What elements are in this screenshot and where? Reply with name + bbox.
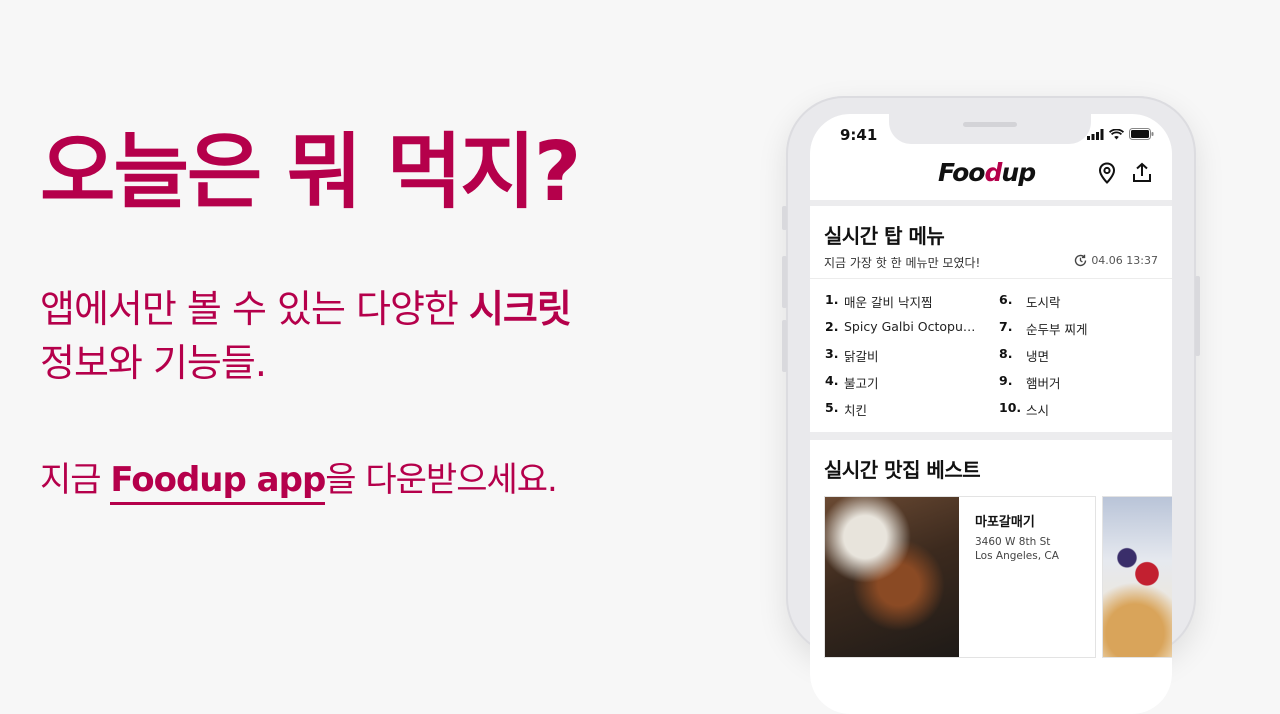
top-menu-title: 실시간 탑 메뉴 <box>824 224 945 248</box>
menu-name: 치킨 <box>844 403 868 418</box>
ranking-list-right: 6. 도시락 7. 순두부 찌게 8. 냉면 9. 햄버거 10. 스시 <box>999 292 1087 427</box>
rank-number: 6. <box>999 292 1013 307</box>
logo-text-end: up <box>1001 158 1036 187</box>
rank-number: 10. <box>999 400 1022 415</box>
rank-number: 4. <box>825 373 839 388</box>
menu-name: 냉면 <box>1026 349 1050 364</box>
phone-mockup: Foodup 9:41 실시간 탑 메뉴 지금 가장 핫 한 메뉴만 모였다! … <box>782 96 1200 714</box>
restaurant-card-next[interactable] <box>1102 496 1172 658</box>
restaurant-address: 3460 W 8th St Los Angeles, CA <box>975 535 1059 563</box>
menu-name: 닭갈비 <box>844 349 879 364</box>
rank-number: 8. <box>999 346 1013 361</box>
signal-icon <box>1087 128 1104 140</box>
rank-number: 3. <box>825 346 839 361</box>
volume-down-button <box>782 320 787 372</box>
restaurant-photo <box>825 497 959 657</box>
menu-name: 도시락 <box>1026 295 1061 310</box>
updated-timestamp: 04.06 13:37 <box>1091 254 1158 267</box>
menu-name: 불고기 <box>844 376 879 391</box>
ranking-item[interactable]: 1. 매운 갈비 낙지찜 <box>825 292 978 319</box>
foodup-logo[interactable]: Foodup <box>938 158 1036 187</box>
ranking-item[interactable]: 5. 치킨 <box>825 400 978 427</box>
divider <box>810 278 1172 279</box>
wifi-icon <box>1109 128 1124 139</box>
power-button <box>1195 276 1200 356</box>
top-menu-subtitle: 지금 가장 핫 한 메뉴만 모였다! <box>824 256 981 270</box>
restaurant-name: 마포갈매기 <box>975 515 1035 530</box>
rank-number: 2. <box>825 319 839 334</box>
address-line-2: Los Angeles, CA <box>975 550 1059 562</box>
menu-name: Spicy Galbi Octopus P... <box>844 319 978 334</box>
location-pin-icon[interactable] <box>1097 162 1117 188</box>
ranking-item[interactable]: 6. 도시락 <box>999 292 1087 319</box>
menu-name: 매운 갈비 낙지찜 <box>844 295 933 310</box>
logo-text-mark: d <box>984 158 1003 187</box>
ranking-item[interactable]: 10. 스시 <box>999 400 1087 427</box>
subline-bold: 시크릿 <box>468 287 572 331</box>
share-icon[interactable] <box>1132 162 1152 188</box>
menu-name: 순두부 찌게 <box>1026 322 1088 337</box>
best-restaurants-title: 실시간 맛집 베스트 <box>824 458 981 482</box>
rank-number: 9. <box>999 373 1013 388</box>
ranking-item[interactable]: 8. 냉면 <box>999 346 1087 373</box>
status-time: 9:41 <box>840 126 878 144</box>
cta-suffix: 을 다운받으세요. <box>325 460 558 500</box>
rank-number: 5. <box>825 400 839 415</box>
address-line-1: 3460 W 8th St <box>975 536 1051 548</box>
restaurant-card[interactable]: 마포갈매기 3460 W 8th St Los Angeles, CA <box>824 496 1096 658</box>
cta-text: 지금 Foodup app을 다운받으세요. <box>40 452 558 505</box>
status-icons <box>1087 128 1154 140</box>
app-download-link[interactable]: Foodup app <box>110 460 326 505</box>
rank-number: 7. <box>999 319 1013 334</box>
status-bar: 9:41 <box>840 126 1154 146</box>
battery-icon <box>1129 128 1154 140</box>
menu-name: 햄버거 <box>1026 376 1061 391</box>
best-restaurants-card: 실시간 맛집 베스트 마포갈매기 3460 W 8th St Los Angel… <box>810 440 1172 714</box>
ranking-item[interactable]: 3. 닭갈비 <box>825 346 978 373</box>
menu-name: 스시 <box>1026 403 1050 418</box>
ranking-list-left: 1. 매운 갈비 낙지찜 2. Spicy Galbi Octopus P... 3… <box>825 292 978 427</box>
subline-regular: 앱에서만 볼 수 있는 다양한 <box>40 287 469 331</box>
headline: 오늘은 뭐 먹지? <box>40 125 581 220</box>
clock-refresh-icon[interactable] <box>1074 254 1087 267</box>
top-menu-card: 실시간 탑 메뉴 지금 가장 핫 한 메뉴만 모였다! 04.06 13:37 … <box>810 206 1172 432</box>
rank-number: 1. <box>825 292 839 307</box>
ranking-item[interactable]: 9. 햄버거 <box>999 373 1087 400</box>
ranking-item[interactable]: 2. Spicy Galbi Octopus P... <box>825 319 978 346</box>
ranking-item[interactable]: 4. 불고기 <box>825 373 978 400</box>
volume-up-button <box>782 256 787 308</box>
subline: 앱에서만 볼 수 있는 다양한 시크릿 정보와 기능들. <box>40 282 572 390</box>
logo-text-start: Foo <box>938 158 985 187</box>
cta-prefix: 지금 <box>40 460 111 500</box>
subline-line2: 정보와 기능들. <box>40 341 267 385</box>
mute-switch <box>782 206 787 230</box>
top-menu-updated: 04.06 13:37 <box>1074 254 1158 267</box>
ranking-item[interactable]: 7. 순두부 찌게 <box>999 319 1087 346</box>
phone-screen: Foodup 9:41 실시간 탑 메뉴 지금 가장 핫 한 메뉴만 모였다! … <box>810 114 1172 714</box>
